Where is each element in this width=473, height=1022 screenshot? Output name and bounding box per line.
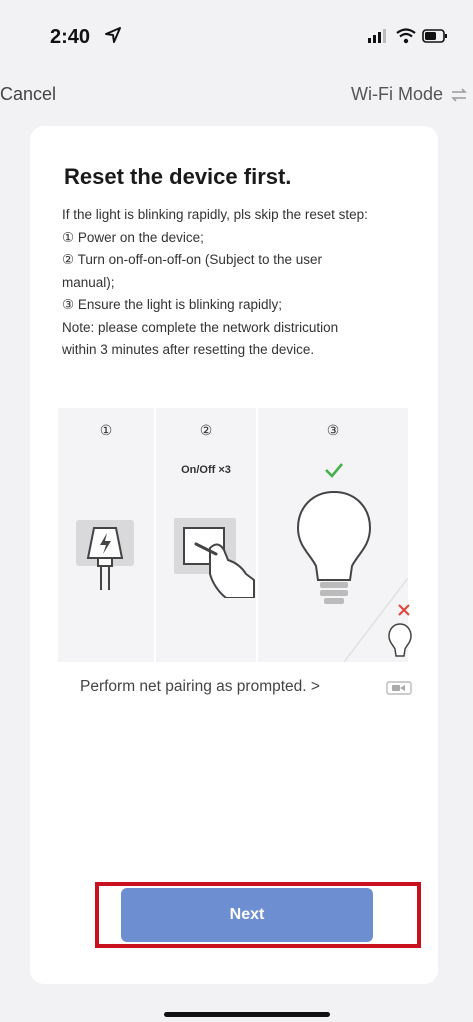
- switch-press-icon: [174, 518, 255, 598]
- cross-icon: [398, 604, 410, 616]
- status-time: 2:40: [50, 26, 91, 48]
- next-button[interactable]: Next: [121, 888, 373, 942]
- net-pairing-link[interactable]: Perform net pairing as prompted. >: [80, 678, 320, 696]
- location-arrow-icon: [105, 27, 121, 43]
- instruction-line: ② Turn on-off-on-off-on (Subject to the …: [62, 252, 322, 267]
- wifi-icon: [396, 28, 416, 44]
- step-number: ①: [99, 422, 113, 438]
- instruction-line: If the light is blinking rapidly, pls sk…: [62, 207, 368, 222]
- step-3-panel: ③: [258, 408, 412, 662]
- cellular-signal-icon: [368, 29, 386, 43]
- status-bar: 2:40: [0, 0, 473, 70]
- instruction-line: ① Power on the device;: [62, 229, 204, 245]
- instructions-text: If the light is blinking rapidly, pls sk…: [62, 204, 434, 362]
- home-indicator: [164, 1012, 330, 1017]
- swap-icon[interactable]: [451, 88, 467, 102]
- reset-illustration: ① ② On/Off ×3 ③: [58, 408, 412, 662]
- navigation-bar: Cancel Wi-Fi Mode: [0, 80, 473, 112]
- instruction-line: ③ Ensure the light is blinking rapidly;: [62, 297, 282, 312]
- wifi-mode-switch[interactable]: Wi-Fi Mode: [351, 84, 443, 105]
- on-off-caption: On/Off ×3: [181, 464, 231, 476]
- check-icon: [325, 463, 343, 478]
- small-bulb-icon: [388, 623, 412, 657]
- battery-icon: [422, 29, 447, 43]
- step-number: ②: [199, 422, 213, 438]
- cancel-button[interactable]: Cancel: [0, 84, 56, 105]
- instruction-line: within 3 minutes after resetting the dev…: [62, 342, 315, 357]
- power-plug-icon: [76, 520, 134, 590]
- card-title: Reset the device first.: [64, 164, 292, 189]
- video-tutorial-icon[interactable]: [386, 680, 412, 696]
- step-2-panel: ② On/Off ×3: [156, 408, 256, 662]
- instruction-line: manual);: [62, 274, 115, 290]
- reset-instructions-card: Reset the device first. If the light is …: [30, 126, 438, 984]
- step-1-panel: ①: [58, 408, 154, 662]
- step-number: ③: [326, 422, 340, 438]
- instruction-line: Note: please complete the network distri…: [62, 319, 339, 335]
